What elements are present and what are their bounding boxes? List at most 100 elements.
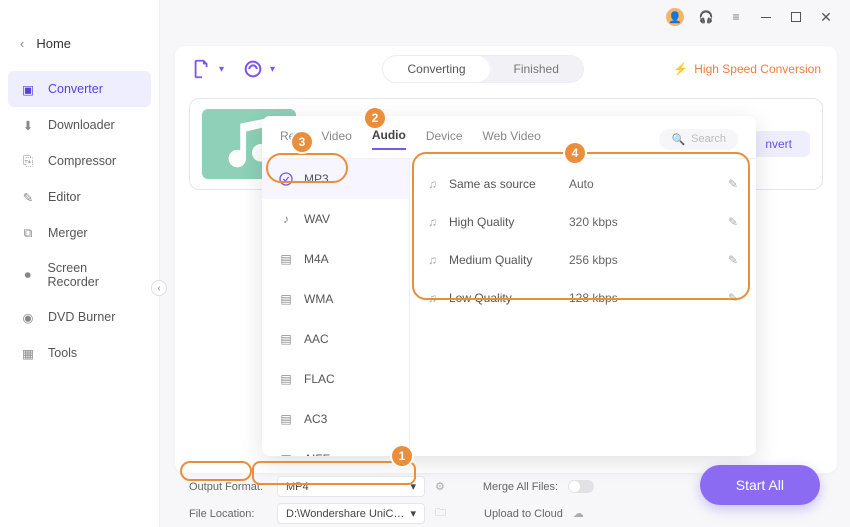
sidebar-icon: ⎘ (20, 153, 36, 169)
format-item-flac[interactable]: ▤FLAC (262, 359, 409, 399)
quality-rate: 320 kbps (569, 215, 728, 229)
sidebar-item-label: Tools (48, 346, 77, 360)
step-badge-2: 2 (365, 108, 385, 128)
quality-name: High Quality (449, 215, 569, 229)
format-label: AC3 (304, 412, 327, 426)
sidebar-item-label: Merger (48, 226, 88, 240)
quality-name: Medium Quality (449, 253, 569, 267)
edit-icon[interactable]: ✎ (728, 215, 738, 229)
format-item-wma[interactable]: ▤WMA (262, 279, 409, 319)
status-segmented: Converting Finished (382, 55, 583, 83)
file-location-value: D:\Wondershare UniConverter 1 (286, 508, 406, 520)
chevron-down-icon: ▾ (410, 480, 416, 493)
output-format-select[interactable]: MP4 ▾ (277, 476, 425, 497)
format-icon: ▤ (278, 451, 294, 456)
convert-item-button[interactable]: nvert (747, 131, 810, 157)
format-search[interactable]: 🔍 Search (659, 129, 738, 150)
tab-finished[interactable]: Finished (490, 56, 583, 82)
format-label: AAC (304, 332, 329, 346)
settings-icon[interactable]: ⚙ (435, 480, 445, 493)
format-icon: ▤ (278, 371, 294, 387)
quality-item[interactable]: ♫Same as sourceAuto✎ (414, 165, 752, 203)
sidebar-icon: ⏺ (20, 267, 36, 283)
window-close-button[interactable]: ✕ (818, 9, 834, 25)
format-item-mp3[interactable]: MP3 (262, 159, 409, 199)
quality-item[interactable]: ♫Medium Quality256 kbps✎ (414, 241, 752, 279)
format-icon: ▤ (278, 291, 294, 307)
step-badge-1: 1 (392, 446, 412, 466)
format-item-wav[interactable]: ♪WAV (262, 199, 409, 239)
quality-name: Low Quality (449, 291, 569, 305)
sidebar-icon: ⬇ (20, 117, 36, 133)
user-avatar[interactable]: 👤 (666, 8, 684, 26)
merge-files-toggle[interactable] (568, 480, 594, 493)
add-file-icon[interactable] (191, 58, 213, 80)
sidebar-item-label: Compressor (48, 154, 116, 168)
headset-icon[interactable]: 🎧 (698, 9, 714, 25)
music-icon: ♫ (428, 177, 437, 191)
format-icon: ▤ (278, 331, 294, 347)
sidebar-item-label: Converter (48, 82, 103, 96)
step-badge-3: 3 (292, 132, 312, 152)
edit-icon[interactable]: ✎ (728, 291, 738, 305)
search-placeholder: Search (691, 133, 726, 145)
quality-rate: 128 kbps (569, 291, 728, 305)
sidebar-item-downloader[interactable]: ⬇ Downloader (0, 107, 159, 143)
add-url-icon[interactable] (242, 58, 264, 80)
output-format-value: MP4 (286, 481, 309, 493)
bolt-icon: ⚡ (673, 62, 688, 76)
sidebar-item-label: Editor (48, 190, 81, 204)
hamburger-icon[interactable]: ≡ (728, 9, 744, 25)
tab-converting[interactable]: Converting (383, 56, 489, 82)
sidebar-icon: ▦ (20, 345, 36, 361)
file-location-label: File Location: (189, 508, 267, 520)
format-popover: Rec Video Audio Device Web Video 🔍 Searc… (262, 116, 756, 456)
music-icon: ♫ (428, 215, 437, 229)
folder-icon[interactable]: 🗀 (435, 504, 446, 523)
format-item-aiff[interactable]: ▤ AIFF (262, 439, 409, 456)
home-label: Home (36, 36, 71, 51)
cloud-icon[interactable]: ☁ (573, 507, 584, 520)
pop-tab-video[interactable]: Video (321, 129, 351, 149)
quality-item[interactable]: ♫ High Quality320 kbps✎ (414, 203, 752, 241)
format-item-ac3[interactable]: ▤ AC3 (262, 399, 409, 439)
search-icon: 🔍 (671, 133, 685, 146)
format-icon: ▤ (278, 411, 294, 427)
merge-files-label: Merge All Files: (483, 481, 558, 493)
sidebar-item-compressor[interactable]: ⎘ Compressor (0, 143, 159, 179)
sidebar-collapse-button[interactable]: ‹ (151, 280, 167, 296)
quality-rate: 256 kbps (569, 253, 728, 267)
format-label: M4A (304, 252, 329, 266)
quality-item[interactable]: ♫Low Quality128 kbps✎ (414, 279, 752, 317)
high-speed-toggle[interactable]: ⚡ High Speed Conversion (673, 62, 821, 76)
sidebar-item-tools[interactable]: ▦ Tools (0, 335, 159, 371)
sidebar-item-merger[interactable]: ⧉ Merger (0, 215, 159, 251)
high-speed-label: High Speed Conversion (694, 62, 821, 76)
pop-tab-web[interactable]: Web Video (483, 129, 541, 149)
format-item-m4a[interactable]: ▤M4A (262, 239, 409, 279)
window-maximize-button[interactable] (788, 9, 804, 25)
pop-tab-audio[interactable]: Audio (372, 128, 406, 150)
file-location-select[interactable]: D:\Wondershare UniConverter 1 ▾ (277, 503, 425, 524)
pop-tab-device[interactable]: Device (426, 129, 463, 149)
edit-icon[interactable]: ✎ (728, 253, 738, 267)
sidebar-icon: ⧉ (20, 225, 36, 241)
sidebar-item-screen-recorder[interactable]: ⏺Screen Recorder (0, 251, 159, 299)
sidebar-item-converter[interactable]: ▣Converter (8, 71, 151, 107)
sidebar-item-dvd-burner[interactable]: ◉DVD Burner (0, 299, 159, 335)
format-label: AIFF (304, 452, 330, 456)
chevron-down-icon: ▾ (410, 507, 416, 520)
format-item-aac[interactable]: ▤ AAC (262, 319, 409, 359)
format-label: MP3 (304, 172, 329, 186)
window-minimize-button[interactable] (758, 9, 774, 25)
home-nav[interactable]: ‹ Home (0, 28, 159, 59)
format-icon: ♪ (278, 211, 294, 227)
sidebar-icon: ✎ (20, 189, 36, 205)
chevron-left-icon: ‹ (20, 36, 24, 51)
edit-icon[interactable]: ✎ (728, 177, 738, 191)
start-all-button[interactable]: Start All (700, 465, 820, 505)
output-format-label: Output Format: (189, 481, 267, 493)
quality-name: Same as source (449, 177, 569, 191)
sidebar-item-editor[interactable]: ✎ Editor (0, 179, 159, 215)
sidebar-item-label: Downloader (48, 118, 115, 132)
